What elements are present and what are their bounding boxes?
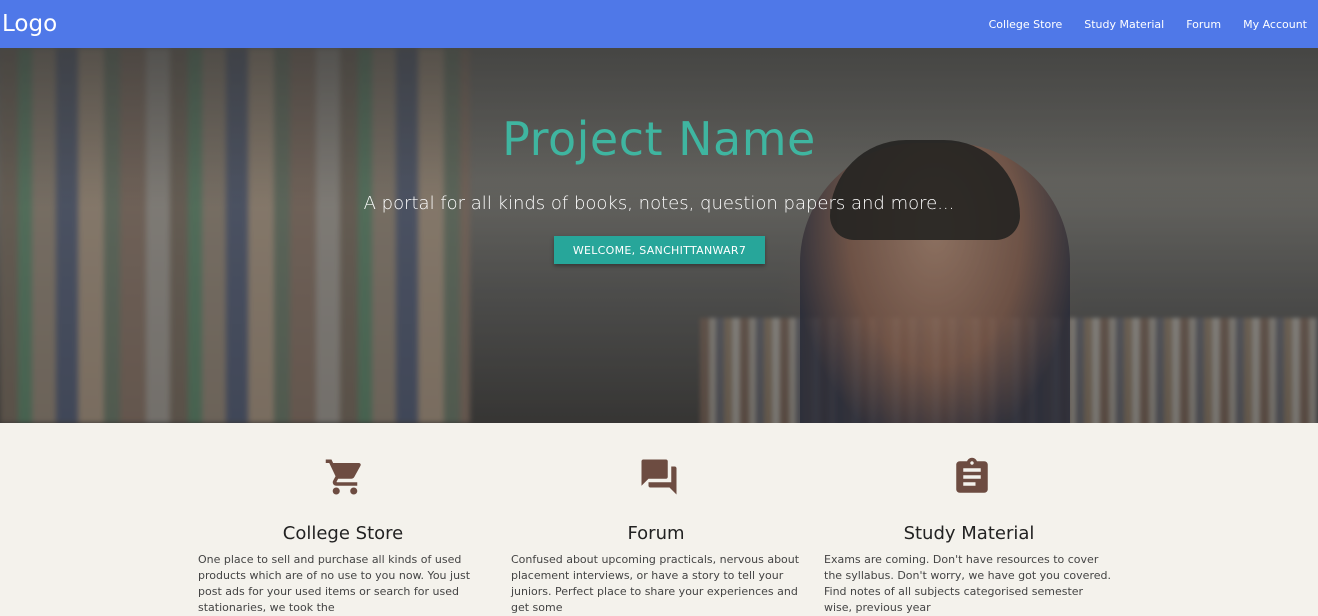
shopping-cart-icon xyxy=(324,456,366,498)
feature-title: Forum xyxy=(627,523,685,544)
nav-link-college-store[interactable]: College Store xyxy=(978,18,1074,31)
feature-description: Exams are coming. Don't have resources t… xyxy=(824,553,1111,614)
nav-link-study-material[interactable]: Study Material xyxy=(1073,18,1175,31)
feature-description: Confused about upcoming practicals, nerv… xyxy=(511,553,800,614)
nav-link-forum[interactable]: Forum xyxy=(1175,18,1232,31)
feature-description: One place to sell and purchase all kinds… xyxy=(198,553,471,614)
features-section: College Store One place to sell and purc… xyxy=(0,423,1318,614)
navbar: Logo College Store Study Material Forum … xyxy=(0,0,1318,48)
feature-title: College Store xyxy=(282,523,404,544)
nav-link-my-account[interactable]: My Account xyxy=(1232,18,1318,31)
hero-subtitle: A portal for all kinds of books, notes, … xyxy=(363,193,955,214)
nav-links: College Store Study Material Forum My Ac… xyxy=(978,18,1318,31)
welcome-button[interactable]: WELCOME, SANCHITTANWAR7 xyxy=(554,236,765,264)
forum-chat-icon xyxy=(638,456,680,498)
logo[interactable]: Logo xyxy=(0,11,57,37)
hero-title: Project Name xyxy=(502,112,816,166)
clipboard-icon xyxy=(951,456,993,498)
feature-title: Study Material xyxy=(903,523,1035,544)
hero-section: Project Name A portal for all kinds of b… xyxy=(0,48,1318,423)
